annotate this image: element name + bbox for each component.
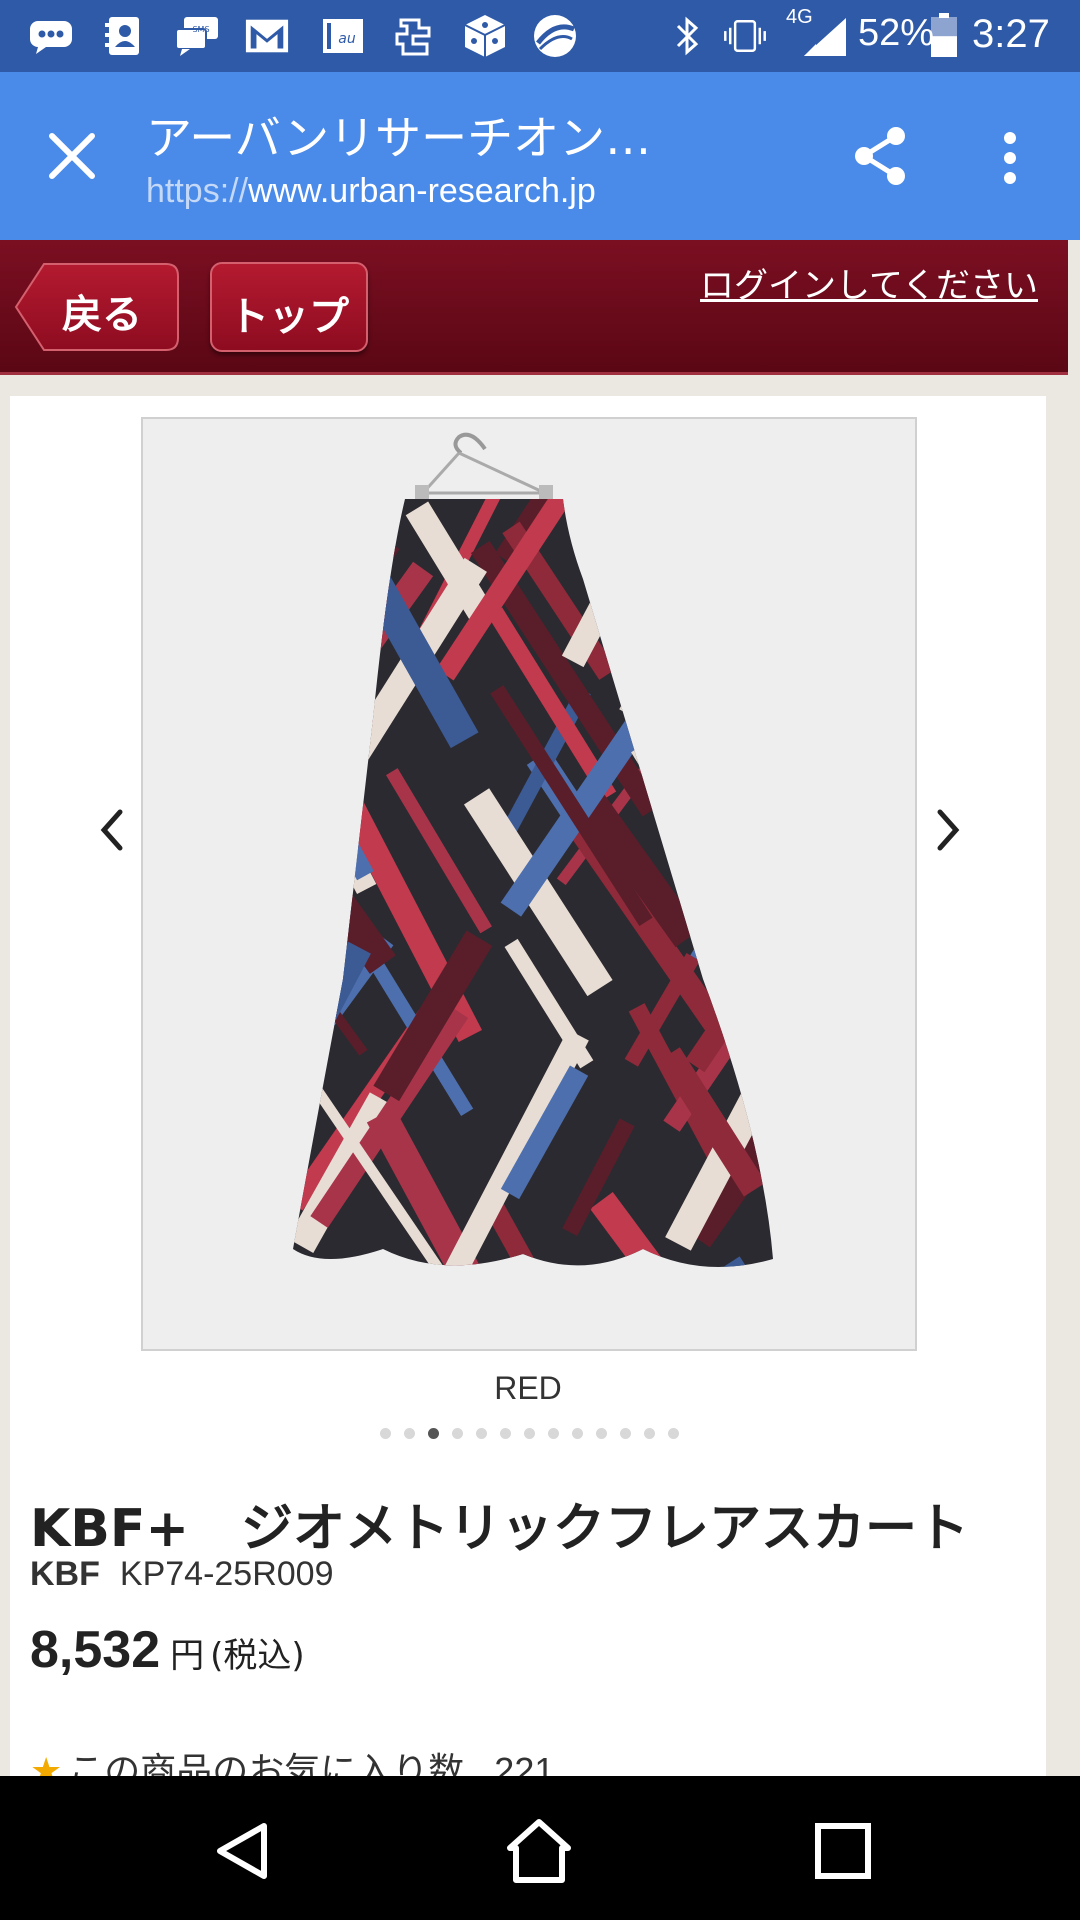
back-button-label: 戻る [62, 292, 142, 338]
product-code: KP74-25R009 [119, 1555, 334, 1593]
messages-icon [28, 14, 74, 58]
vibrate-icon [722, 14, 768, 58]
carousel-dot[interactable] [620, 1428, 631, 1439]
back-nav-icon[interactable] [208, 1816, 278, 1886]
carousel-dot[interactable] [524, 1428, 535, 1439]
tax-note: (税込) [210, 1636, 305, 1676]
login-link[interactable]: ログインしてください [700, 258, 1038, 307]
signal-icon [800, 14, 850, 58]
site-header: 戻る トップ ログインしてください [0, 240, 1068, 375]
carousel-dot[interactable] [428, 1428, 439, 1439]
navigation-bar [0, 1776, 1080, 1920]
carousel-dot[interactable] [380, 1428, 391, 1439]
product-meta: KBF KP74-25R009 [30, 1554, 334, 1594]
dice-app-icon [462, 14, 508, 58]
price: 8,532 円 (税込) [30, 1620, 305, 1680]
close-icon[interactable] [44, 128, 100, 184]
custom-tab-toolbar: アーバンリサーチオン… https://www.urban-research.j… [0, 72, 1080, 240]
carousel-dot[interactable] [404, 1428, 415, 1439]
carousel-dot[interactable] [548, 1428, 559, 1439]
url-host: www.urban-research.jp [248, 172, 596, 210]
carousel-dot[interactable] [572, 1428, 583, 1439]
au-icon: au [320, 14, 366, 58]
top-button-label: トップ [229, 294, 349, 340]
sms-icon: SMS [174, 14, 220, 58]
carousel-dot[interactable] [452, 1428, 463, 1439]
url-bar[interactable]: https://www.urban-research.jp [146, 172, 596, 211]
carousel-dots[interactable] [380, 1428, 679, 1440]
color-label: RED [494, 1370, 562, 1406]
price-unit: 円 [170, 1636, 205, 1676]
home-nav-icon[interactable] [504, 1816, 574, 1886]
brand-name: KBF [30, 1555, 100, 1593]
carousel-dot[interactable] [668, 1428, 679, 1439]
carousel-dot[interactable] [500, 1428, 511, 1439]
app-icon [392, 14, 438, 58]
url-scheme: https:// [146, 172, 249, 210]
product-image[interactable] [141, 417, 917, 1351]
price-amount: 8,532 [30, 1621, 161, 1679]
carousel-next-icon[interactable] [928, 800, 968, 860]
more-options-icon[interactable] [990, 128, 1030, 188]
back-button[interactable]: 戻る [14, 262, 179, 352]
battery-icon [926, 13, 962, 58]
carousel-dot[interactable] [644, 1428, 655, 1439]
svg-text:SMS: SMS [192, 25, 209, 34]
gmail-icon [244, 14, 290, 58]
battery-percent: 52% [858, 12, 935, 54]
recents-nav-icon[interactable] [808, 1816, 878, 1886]
clock: 3:27 [972, 12, 1050, 56]
svg-text:au: au [338, 31, 356, 47]
globe-app-icon [532, 14, 578, 58]
contacts-icon [100, 14, 146, 58]
carousel-dot[interactable] [476, 1428, 487, 1439]
status-bar: SMS au 4G 52% 3:27 [0, 0, 1080, 72]
carousel-prev-icon[interactable] [92, 800, 132, 860]
carousel-dot[interactable] [596, 1428, 607, 1439]
bluetooth-icon [664, 14, 710, 58]
top-button[interactable]: トップ [210, 262, 368, 352]
share-icon[interactable] [850, 124, 914, 188]
product-name: KBF+ ジオメトリックフレアスカート [30, 1499, 970, 1559]
page-title: アーバンリサーチオン… [146, 111, 652, 165]
